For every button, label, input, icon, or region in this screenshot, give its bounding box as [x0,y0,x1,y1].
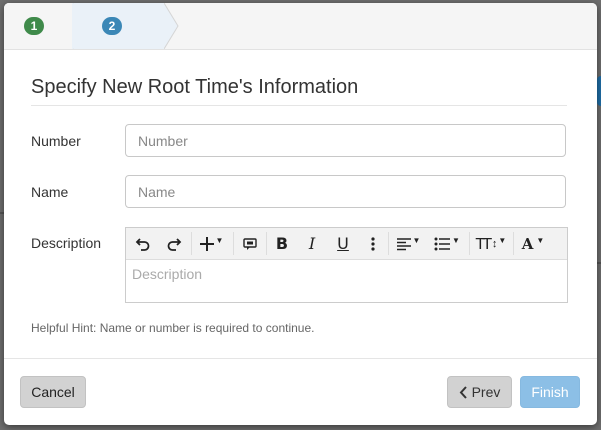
align-dropdown[interactable]: ▼ [391,228,425,259]
redo-button[interactable] [161,228,187,259]
toolbar-divider [233,232,234,255]
dialog-title: Specify New Root Time's Information [31,76,567,106]
chevron-down-icon: ▼ [452,236,460,245]
finish-button[interactable]: Finish [520,376,580,408]
footer-divider [4,358,597,359]
step-end-chevron [164,3,179,49]
vertical-arrows-icon: ↕ [491,237,498,250]
insert-dropdown[interactable]: ▼ [194,228,228,259]
chevron-left-icon [459,385,467,399]
prev-button[interactable]: Prev [447,376,512,408]
comment-button[interactable] [236,228,264,259]
font-size-dropdown[interactable]: TT ↕ ▼ [473,228,509,259]
comment-icon [243,237,257,250]
list-dropdown[interactable]: ▼ [430,228,464,259]
font-color-icon: A [521,234,534,253]
chevron-down-icon: ▼ [536,236,545,245]
prev-button-label: Prev [471,384,501,400]
toolbar-divider [191,232,192,255]
toolbar-divider [266,232,267,255]
new-root-time-dialog: 1 2 Specify New Root Time's Information … [4,3,597,425]
font-size-icon: TT [475,234,492,253]
chevron-down-icon: ▼ [215,236,224,245]
bulleted-list-icon [434,237,451,250]
description-placeholder[interactable]: Description [132,266,202,282]
wizard-steps: 1 2 [4,3,597,50]
undo-button[interactable] [130,228,156,259]
description-label: Description [31,235,102,251]
font-color-dropdown[interactable]: A ▼ [516,228,550,259]
editor-toolbar: ▼ B I U ▼ ▼ TT ↕ ▼ A ▼ [126,228,567,260]
background-app-accent [597,76,601,106]
name-input[interactable] [125,175,566,208]
undo-icon [135,237,150,251]
chevron-down-icon: ▼ [412,236,421,245]
cancel-button[interactable]: Cancel [20,376,86,408]
step-1-badge: 1 [24,17,44,35]
underline-button[interactable]: U [329,228,357,259]
number-label: Number [31,133,81,149]
toolbar-divider [513,232,514,255]
helpful-hint: Helpful Hint: Name or number is required… [31,321,315,335]
description-editor: ▼ B I U ▼ ▼ TT ↕ ▼ A ▼ Description [125,227,568,303]
italic-button[interactable]: I [299,228,325,259]
step-2-badge: 2 [102,17,122,35]
wizard-step-1[interactable]: 1 [4,3,82,49]
redo-icon [167,237,182,251]
toolbar-divider [469,232,470,255]
vertical-dots-icon [371,236,375,251]
plus-icon [199,236,214,251]
wizard-step-2[interactable]: 2 [74,3,164,49]
align-left-icon [396,237,411,250]
bold-button[interactable]: B [269,228,295,259]
more-options-button[interactable] [361,228,385,259]
toolbar-divider [388,232,389,255]
chevron-down-icon: ▼ [498,236,507,245]
name-label: Name [31,184,69,200]
background-divider [597,262,601,264]
number-input[interactable] [125,124,566,157]
